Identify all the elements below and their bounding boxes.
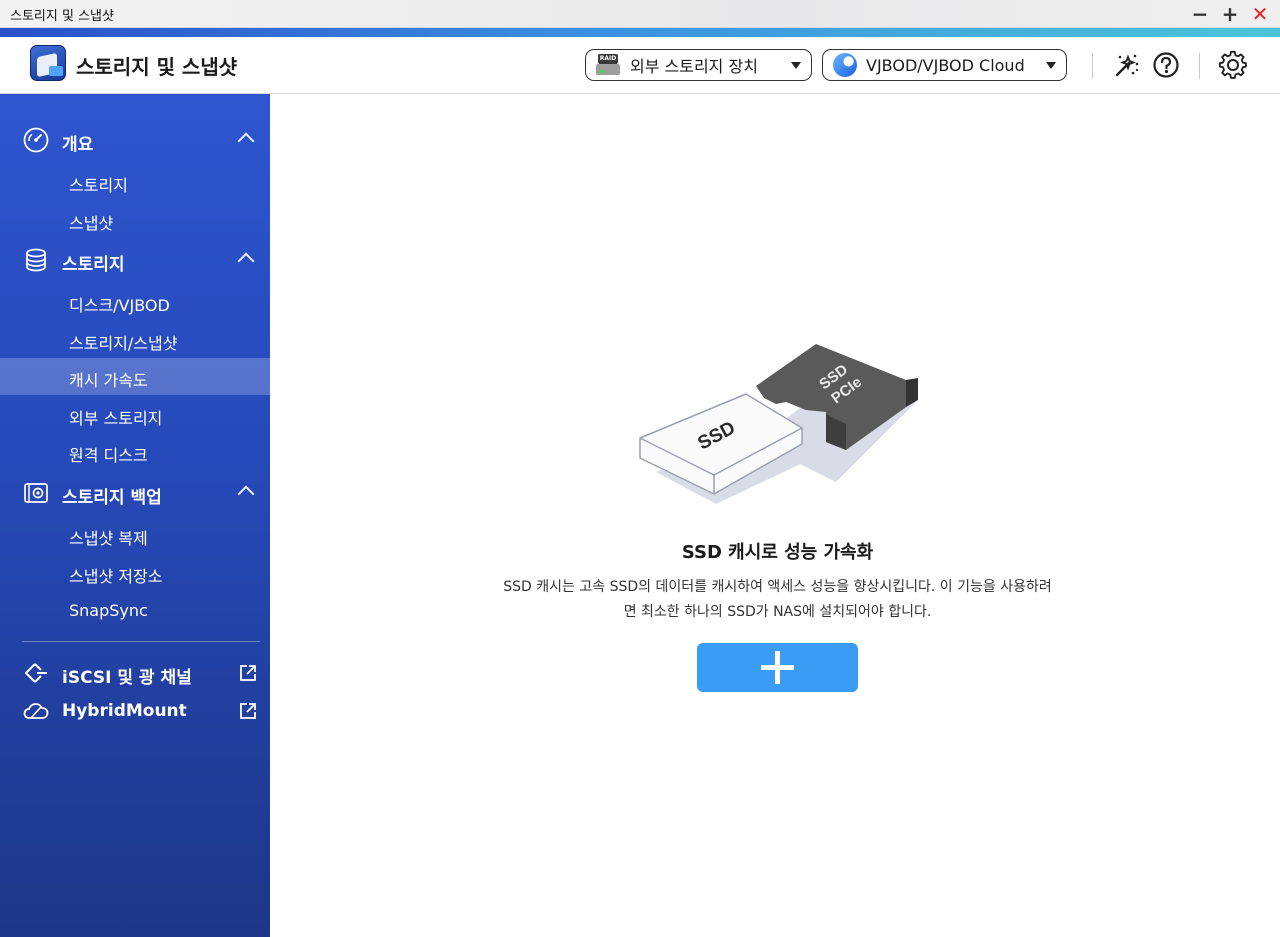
dashboard-gauge-icon [23,127,49,153]
description-line: 면 최소한 하나의 SSD가 NAS에 설치되어야 합니다. [623,604,932,620]
sidebar-item-overview-storage[interactable]: 스토리지 [0,163,270,200]
header-divider [1092,53,1093,79]
sidebar-link-hybridmount[interactable]: HybridMount [0,693,270,729]
main-content: SSD PCIe SSD SSD 캐시로 성능 가속화 SSD 캐시는 고속 S… [270,94,1280,937]
sidebar-item-label: 스냅샷 복제 [69,529,148,548]
empty-state-description: SSD 캐시는 고속 SSD의 데이터를 캐시하여 액세스 성능을 향상시킵니다… [465,575,1090,625]
sidebar-item-label: 스냅샷 저장소 [69,567,163,586]
ssd-cache-illustration: SSD PCIe SSD [639,344,918,504]
sidebar-link-label: iSCSI 및 광 채널 [62,668,192,688]
external-storage-label: 외부 스토리지 장치 [630,57,758,76]
app-logo-icon [30,45,66,81]
sidebar-item-label: 디스크/VJBOD [69,296,170,315]
sidebar-group-label: 스토리지 [62,255,125,275]
vjbod-dropdown[interactable]: VJBOD/VJBOD Cloud [822,49,1067,81]
sidebar-divider [22,641,260,642]
add-ssd-cache-button[interactable] [697,643,858,692]
external-link-icon[interactable] [239,664,257,682]
external-storage-dropdown[interactable]: RAID 외부 스토리지 장치 [585,49,812,81]
minimize-icon[interactable]: − [1188,2,1212,26]
header-divider [1199,53,1200,79]
help-icon[interactable] [1151,50,1181,80]
sidebar-group-label: 스토리지 백업 [62,488,162,508]
sidebar-link-label: HybridMount [62,701,187,721]
empty-state-title: SSD 캐시로 성능 가속화 [681,542,874,563]
sidebar-item-label: 원격 디스크 [69,446,148,465]
sidebar-item-label: 캐시 가속도 [69,371,148,390]
sidebar: 개요 스토리지 스냅샷 스토리지 디스크/VJBOD 스토리지/스냅샷 캐시 가… [0,94,270,937]
sidebar-item-disks-vjbod[interactable]: 디스크/VJBOD [0,283,270,320]
sidebar-item-storage-snapshot[interactable]: 스토리지/스냅샷 [0,321,270,358]
chevron-up-icon[interactable] [237,132,255,150]
chevron-down-icon [1046,61,1056,69]
sidebar-group-storage-backup[interactable]: 스토리지 백업 [0,475,270,511]
close-icon[interactable]: ✕ [1248,2,1272,26]
iscsi-icon [25,663,47,683]
magic-wand-icon[interactable] [1112,50,1142,80]
accent-bar [0,28,1280,37]
hybridmount-cloud-icon [23,703,49,719]
sidebar-item-snapsync[interactable]: SnapSync [0,592,270,629]
external-link-icon[interactable] [239,702,257,720]
chevron-down-icon [791,61,801,69]
backup-camera-icon [24,483,48,503]
sidebar-item-overview-snapshot[interactable]: 스냅샷 [0,201,270,238]
sidebar-item-cache-acceleration[interactable]: 캐시 가속도 [0,358,270,395]
database-icon [26,248,46,272]
settings-gear-icon[interactable] [1218,50,1248,80]
description-line: SSD 캐시는 고속 SSD의 데이터를 캐시하여 액세스 성능을 향상시킵니다… [503,579,1052,595]
sidebar-item-external-storage[interactable]: 외부 스토리지 [0,396,270,433]
vjbod-label: VJBOD/VJBOD Cloud [866,55,1025,75]
raid-device-icon: RAID [596,54,622,76]
chevron-up-icon[interactable] [237,252,255,270]
sidebar-item-label: SnapSync [69,601,148,620]
sidebar-group-label: 개요 [62,135,94,155]
sidebar-item-label: 스토리지 [69,176,128,195]
chevron-up-icon[interactable] [237,485,255,503]
sidebar-item-label: 스토리지/스냅샷 [69,334,178,353]
sidebar-group-overview[interactable]: 개요 [0,122,270,158]
vjbod-cloud-icon [833,53,857,77]
window-titlebar: 스토리지 및 스냅샷 − + ✕ [0,0,1280,28]
app-title: 스토리지 및 스냅샷 [76,55,238,79]
sidebar-item-remote-disk[interactable]: 원격 디스크 [0,433,270,470]
sidebar-item-label: 스냅샷 [69,214,114,233]
window-title: 스토리지 및 스냅샷 [10,9,114,24]
sidebar-item-snapshot-replica[interactable]: 스냅샷 복제 [0,516,270,553]
sidebar-group-storage[interactable]: 스토리지 [0,242,270,278]
sidebar-item-label: 외부 스토리지 [69,409,163,428]
sidebar-link-iscsi[interactable]: iSCSI 및 광 채널 [0,655,270,691]
app-header: 스토리지 및 스냅샷 RAID 외부 스토리지 장치 VJBOD/VJBOD C… [0,37,1280,94]
maximize-icon[interactable]: + [1218,2,1242,26]
sidebar-item-snapshot-vault[interactable]: 스냅샷 저장소 [0,554,270,591]
